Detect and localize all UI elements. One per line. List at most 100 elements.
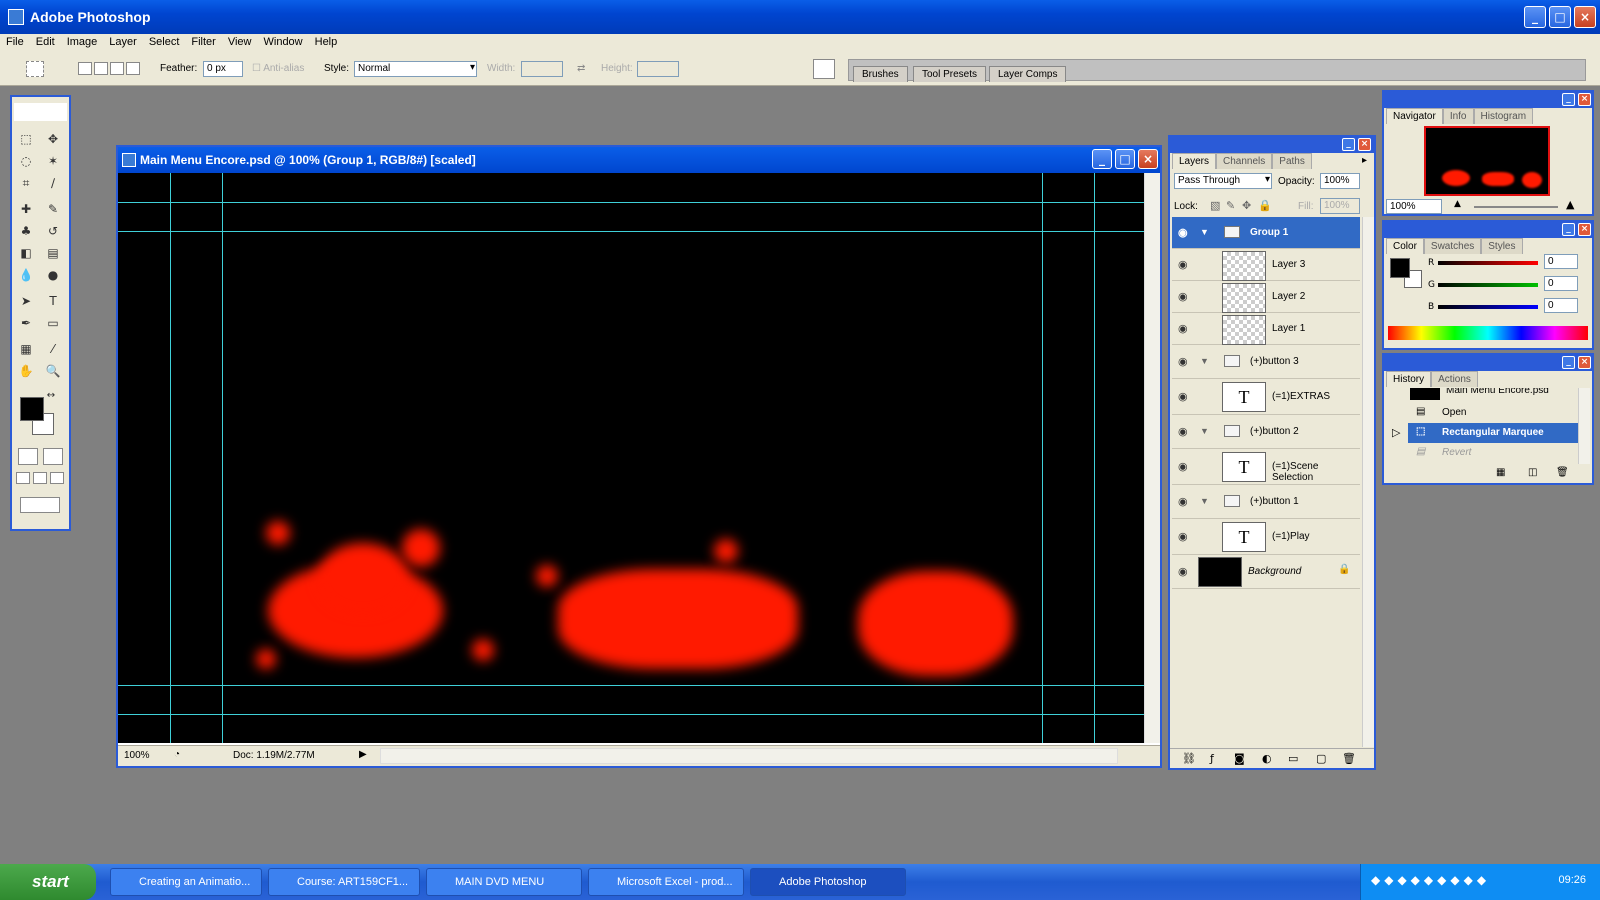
guide-vertical[interactable] [1042,173,1043,743]
visibility-eye-icon[interactable]: ◉ [1178,258,1188,271]
history-close-icon[interactable]: × [1578,356,1591,369]
healing-brush-icon[interactable]: ✚ [15,199,37,219]
standard-mode-icon[interactable] [18,448,38,465]
intersect-selection-icon[interactable] [126,62,140,75]
menu-help[interactable]: Help [309,34,344,50]
menu-view[interactable]: View [222,34,258,50]
gradient-icon[interactable]: ▤ [42,243,64,263]
swap-colors-icon[interactable]: ↔ [44,389,58,403]
tab-history[interactable]: History [1386,371,1432,387]
layers-scrollbar[interactable] [1362,217,1374,747]
navigator-zoom-input[interactable]: 100% [1386,199,1442,214]
tab-layer-comps[interactable]: Layer Comps [989,66,1067,82]
fill-input[interactable]: 100% [1320,198,1360,214]
menu-window[interactable]: Window [258,34,309,50]
layer-row-layer-3[interactable]: ◉ Layer 3 [1172,249,1360,281]
menu-file[interactable]: File [0,34,30,50]
opacity-input[interactable]: 100% [1320,173,1360,189]
taskbar-button-creating-animation[interactable]: Creating an Animatio... [110,868,262,896]
layer-row-button-2[interactable]: ◉ ▼ (+)button 2 [1172,415,1360,449]
new-group-icon[interactable]: ▭ [1288,752,1298,765]
status-info-icon[interactable]: ◔ [174,749,180,760]
visibility-eye-icon[interactable]: ◉ [1178,290,1188,303]
guide-vertical[interactable] [170,173,171,743]
width-input[interactable] [521,61,563,77]
zoom-out-icon[interactable]: ▲ [1454,199,1461,209]
history-scrollbar[interactable] [1578,388,1590,464]
menu-image[interactable]: Image [61,34,104,50]
horizontal-scrollbar[interactable] [380,748,1118,764]
layers-close-icon[interactable]: × [1358,138,1371,151]
height-input[interactable] [637,61,679,77]
eraser-icon[interactable]: ◧ [15,243,37,263]
new-layer-icon[interactable]: ▢ [1316,752,1326,765]
guide-horizontal[interactable] [118,685,1144,686]
doc-minimize-icon[interactable]: _ [1092,149,1112,169]
notes-icon[interactable]: ▦ [15,339,37,359]
tab-histogram[interactable]: Histogram [1473,108,1534,124]
expand-arrow-icon[interactable]: ▼ [1200,227,1209,237]
history-item-open[interactable]: ▤ Open [1386,403,1578,423]
subtract-selection-icon[interactable] [110,62,124,75]
menu-edit[interactable]: Edit [30,34,61,50]
visibility-eye-icon[interactable]: ◉ [1178,565,1188,578]
adjustment-layer-icon[interactable]: ◐ [1262,752,1272,765]
add-selection-icon[interactable] [94,62,108,75]
magic-wand-icon[interactable]: ✶ [42,151,64,171]
status-menu-arrow-icon[interactable]: ▶ [359,749,367,760]
style-select[interactable]: Normal ▾ [354,61,477,77]
visibility-eye-icon[interactable]: ◉ [1178,322,1188,335]
tab-paths[interactable]: Paths [1272,153,1312,169]
channel-g-input[interactable]: 0 [1544,276,1578,291]
delete-state-icon[interactable]: 🗑 [1556,467,1569,478]
crop-icon[interactable]: ⌗ [15,173,37,193]
channel-r-slider[interactable] [1438,261,1538,265]
maximize-icon[interactable]: □ [1549,6,1571,28]
path-select-icon[interactable]: ➤ [15,291,37,311]
screen-mode-full-menu-icon[interactable] [33,472,47,484]
zoom-in-icon[interactable]: ▲ [1566,198,1574,211]
tab-color[interactable]: Color [1386,238,1424,254]
antialias-checkbox[interactable]: ☐ Anti-alias [252,63,304,74]
quick-mask-icon[interactable] [43,448,63,465]
visibility-eye-icon[interactable]: ◉ [1178,460,1188,473]
canvas[interactable] [118,173,1144,743]
layers-panel-menu-icon[interactable]: ▸ [1362,155,1367,166]
lock-image-icon[interactable]: ✎ [1226,199,1235,212]
color-foreground-swatch[interactable] [1390,258,1410,278]
screen-mode-standard-icon[interactable] [16,472,30,484]
layer-row-scene-selection[interactable]: ◉ T (=1)Scene Selection [1172,449,1360,485]
guide-horizontal[interactable] [118,202,1144,203]
blend-mode-select[interactable]: Pass Through ▾ [1174,173,1272,189]
menu-select[interactable]: Select [143,34,186,50]
layer-style-icon[interactable]: ƒ [1210,752,1214,765]
layer-row-layer-2[interactable]: ◉ Layer 2 [1172,281,1360,313]
move-icon[interactable]: ✥ [42,129,64,149]
lock-transparent-icon[interactable]: ▧ [1210,199,1220,212]
layers-minimize-icon[interactable]: _ [1342,138,1355,151]
marquee-tool-icon[interactable] [26,61,44,77]
tab-tool-presets[interactable]: Tool Presets [913,66,987,82]
history-snapshot[interactable]: Main Menu Encore.psd [1386,388,1578,400]
menu-filter[interactable]: Filter [185,34,221,50]
guide-horizontal[interactable] [118,714,1144,715]
foreground-color-swatch[interactable] [20,397,44,421]
tab-brushes[interactable]: Brushes [853,66,908,82]
color-minimize-icon[interactable]: _ [1562,223,1575,236]
lasso-icon[interactable]: ◌ [15,151,37,171]
doc-close-icon[interactable]: × [1138,149,1158,169]
guide-vertical[interactable] [1094,173,1095,743]
layer-row-background[interactable]: ◉ Background 🔒 [1172,555,1360,589]
channel-g-slider[interactable] [1438,283,1538,287]
blur-icon[interactable]: 💧 [15,265,37,285]
dodge-icon[interactable]: ● [42,265,64,285]
eyedropper-icon[interactable]: ⁄ [42,339,64,359]
slice-icon[interactable]: ∕ [42,173,64,193]
expand-arrow-icon[interactable]: ▼ [1200,426,1209,436]
visibility-eye-icon[interactable]: ◉ [1178,425,1188,438]
lock-position-icon[interactable]: ✥ [1242,199,1251,212]
taskbar-button-main-dvd-menu[interactable]: MAIN DVD MENU [426,868,582,896]
history-item-rectangular-marquee[interactable]: ⬚ Rectangular Marquee [1408,423,1578,443]
lock-all-icon[interactable]: 🔒 [1258,199,1272,212]
taskbar-button-course[interactable]: Course: ART159CF1... [268,868,420,896]
